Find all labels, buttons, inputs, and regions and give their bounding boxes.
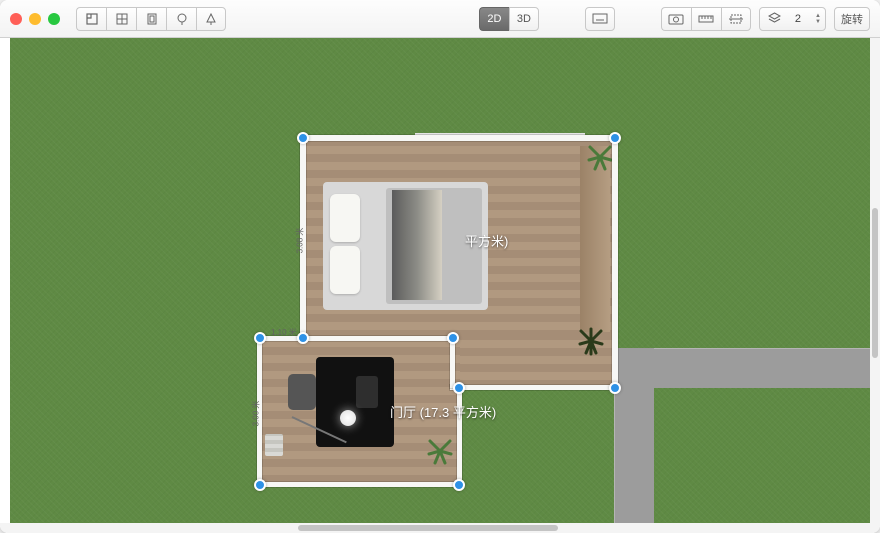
wall-handle[interactable] <box>453 382 465 394</box>
wall[interactable] <box>450 385 616 390</box>
wardrobe[interactable] <box>580 146 610 332</box>
stepper-icon: ▲▼ <box>815 13 821 25</box>
wall-tool-button[interactable] <box>106 7 136 31</box>
monitor[interactable] <box>356 376 378 408</box>
wall-handle[interactable] <box>254 479 266 491</box>
minimize-icon[interactable] <box>29 13 41 25</box>
road-corner <box>614 348 654 388</box>
dimension-button[interactable] <box>721 7 751 31</box>
pillow-1[interactable] <box>330 194 360 242</box>
traffic-lights <box>10 13 60 25</box>
plant-icon <box>585 142 615 172</box>
wall[interactable] <box>612 135 618 391</box>
pine-icon <box>204 12 218 26</box>
bedroom-area-label: 平方米) <box>465 231 508 250</box>
book-stack[interactable] <box>265 434 283 456</box>
floorplan-canvas[interactable]: 平方米) 门厅 (17.3 平方米) 3.08 米 1.10 米 3.00 米 <box>10 38 870 523</box>
plant-hall[interactable] <box>425 436 455 466</box>
floor-lamp-head[interactable] <box>340 410 356 426</box>
walkthrough-button[interactable] <box>585 7 615 31</box>
scrollbar-thumb[interactable] <box>298 525 558 531</box>
dimension-hall-top: 1.10 米 <box>271 327 297 338</box>
scrollbar-vertical[interactable] <box>870 38 880 523</box>
dimension-icon <box>728 13 744 25</box>
tree-icon <box>175 12 189 26</box>
wall[interactable] <box>450 338 455 388</box>
plant-bedroom[interactable] <box>585 142 615 172</box>
wall-handle[interactable] <box>297 332 309 344</box>
wall-handle[interactable] <box>254 332 266 344</box>
hall-label: 门厅 (17.3 平方米) <box>390 402 496 421</box>
snapshot-button[interactable] <box>661 7 691 31</box>
layers-icon <box>768 12 781 25</box>
wall[interactable] <box>303 336 453 341</box>
rotate-label: 旋转 <box>841 11 863 27</box>
view-3d-button[interactable]: 3D <box>509 7 539 31</box>
bed-duvet[interactable] <box>392 190 442 300</box>
plant-icon <box>425 436 455 466</box>
view-mode-toggle: 2D 3D <box>479 7 539 31</box>
canvas-viewport[interactable]: 平方米) 门厅 (17.3 平方米) 3.08 米 1.10 米 3.00 米 <box>0 38 880 533</box>
wall-handle[interactable] <box>453 479 465 491</box>
room-icon <box>85 12 99 26</box>
room-tool-button[interactable] <box>76 7 106 31</box>
view-tools <box>661 7 751 31</box>
door-tool-button[interactable] <box>136 7 166 31</box>
wall-handle[interactable] <box>609 132 621 144</box>
office-chair[interactable] <box>288 374 316 410</box>
wall-handle[interactable] <box>447 332 459 344</box>
zoom-icon[interactable] <box>48 13 60 25</box>
scrollbar-thumb[interactable] <box>872 208 878 358</box>
view-2d-label: 2D <box>487 13 501 25</box>
measure-button[interactable] <box>691 7 721 31</box>
rotate-button[interactable]: 旋转 <box>834 7 870 31</box>
pillow-2[interactable] <box>330 246 360 294</box>
tree2-tool-button[interactable] <box>196 7 226 31</box>
dimension-bedroom-left: 3.08 米 <box>294 228 305 254</box>
grid-icon <box>115 12 129 26</box>
dimension-hall-left: 3.00 米 <box>250 401 261 427</box>
wall[interactable] <box>257 482 459 487</box>
app-window: 2D 3D 2 ▲▼ 旋转 <box>0 0 880 533</box>
presentation-icon <box>592 13 608 25</box>
ruler-icon <box>698 13 714 25</box>
close-icon[interactable] <box>10 13 22 25</box>
floor-value: 2 <box>795 13 801 25</box>
view-2d-button[interactable]: 2D <box>479 7 509 31</box>
titlebar: 2D 3D 2 ▲▼ 旋转 <box>0 0 880 38</box>
floor-selector[interactable]: 2 ▲▼ <box>759 7 826 31</box>
view-3d-label: 3D <box>517 13 531 25</box>
wall-handle[interactable] <box>297 132 309 144</box>
camera-icon <box>668 13 684 25</box>
tree1-tool-button[interactable] <box>166 7 196 31</box>
scrollbar-horizontal[interactable] <box>0 523 880 533</box>
wall[interactable] <box>303 135 615 141</box>
wall-handle[interactable] <box>609 382 621 394</box>
door-icon <box>145 12 159 26</box>
plant-dark-icon <box>576 326 606 356</box>
plant-hall-right[interactable] <box>576 326 606 356</box>
draw-tools <box>76 7 226 31</box>
